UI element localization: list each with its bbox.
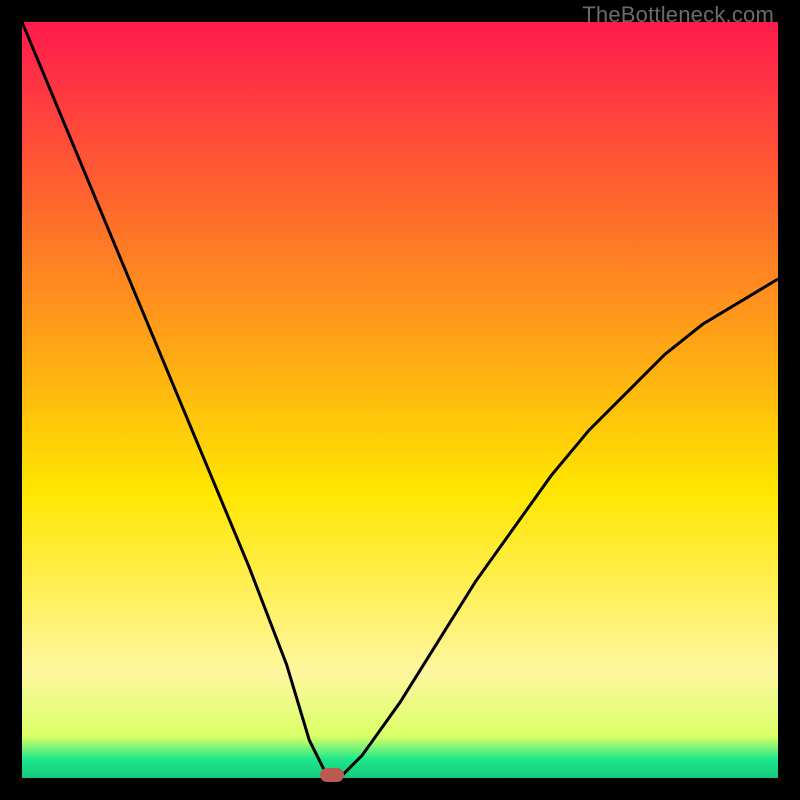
chart-frame	[22, 22, 778, 778]
optimal-marker	[320, 768, 344, 782]
watermark-text: TheBottleneck.com	[582, 2, 774, 28]
gradient-background	[22, 22, 778, 778]
bottleneck-chart	[22, 22, 778, 778]
